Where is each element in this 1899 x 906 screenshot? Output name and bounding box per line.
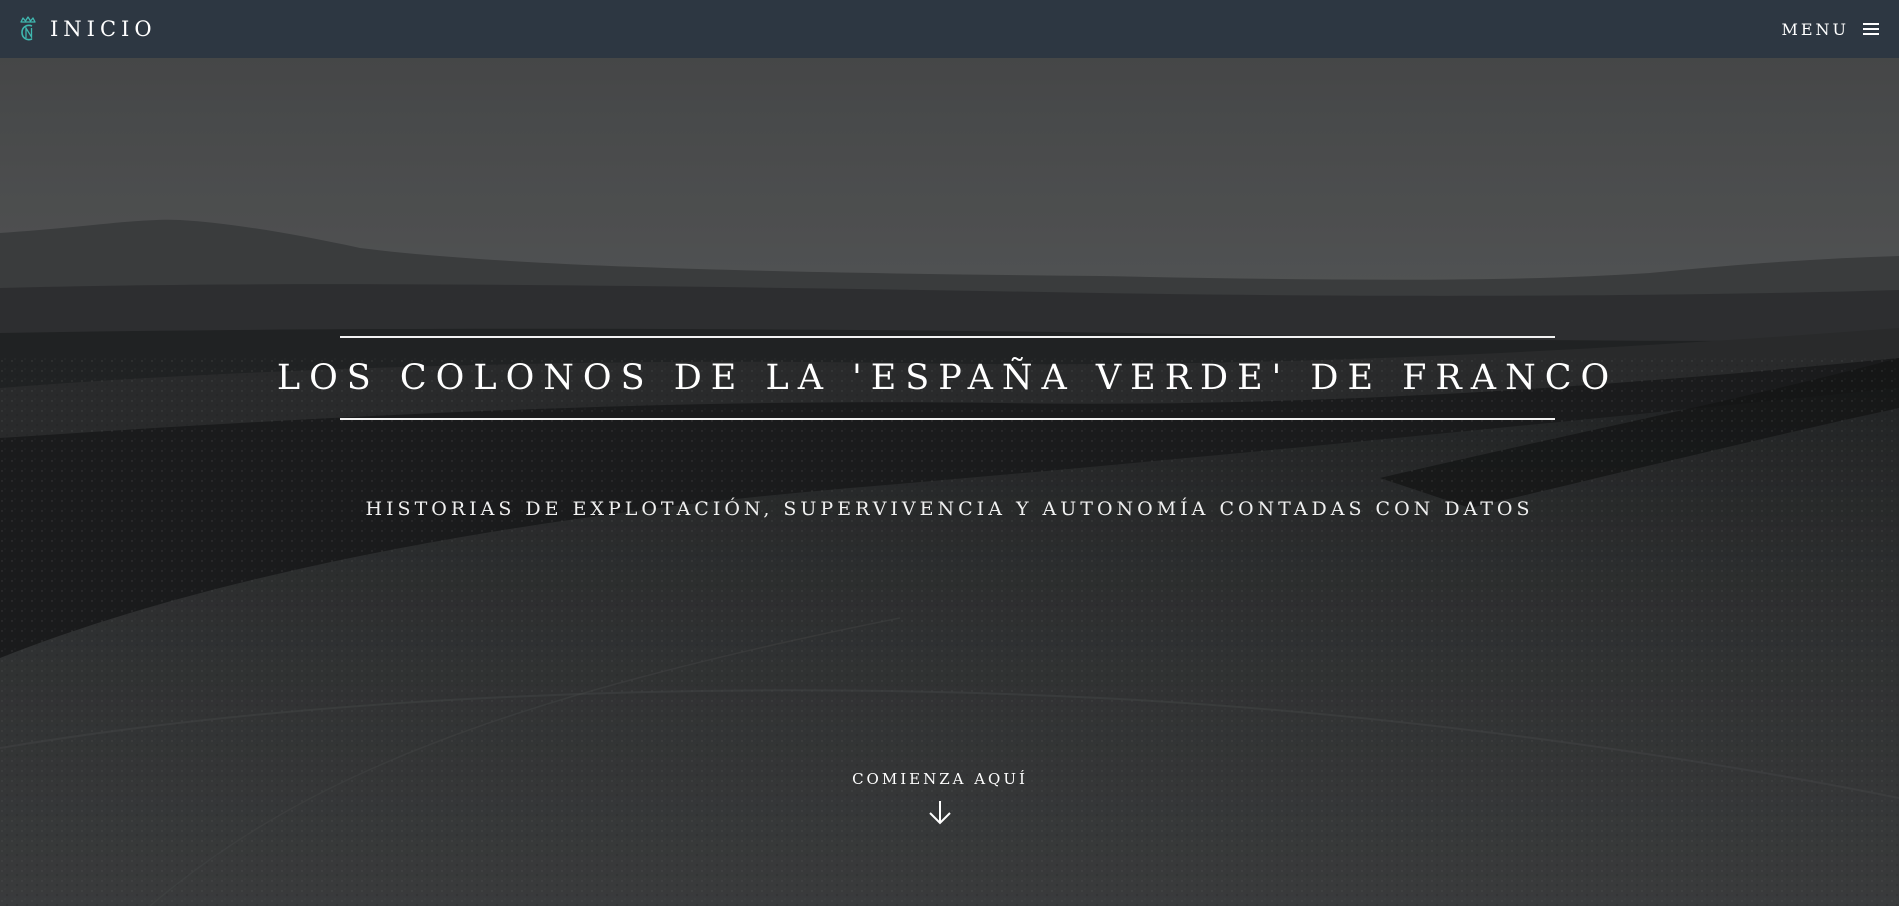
start-here-label: COMIENZA AQUÍ [852, 770, 1028, 788]
page-subtitle: HISTORIAS DE EXPLOTACIÓN, SUPERVIVENCIA … [365, 498, 1534, 520]
page-title: LOS COLONOS DE LA 'ESPAÑA VERDE' DE FRAN… [276, 358, 1619, 398]
hamburger-icon [1863, 23, 1879, 35]
title-frame: LOS COLONOS DE LA 'ESPAÑA VERDE' DE FRAN… [277, 336, 1609, 420]
menu-label: MENU [1781, 19, 1849, 39]
home-link-label: INICIO [50, 17, 157, 41]
home-link[interactable]: INICIO [18, 15, 157, 43]
arrow-down-icon[interactable] [926, 798, 954, 826]
menu-button[interactable]: MENU [1781, 20, 1879, 39]
hero-section: LOS COLONOS DE LA 'ESPAÑA VERDE' DE FRAN… [0, 58, 1899, 906]
top-navbar: INICIO MENU [0, 0, 1899, 58]
crown-monogram-logo [20, 16, 36, 41]
start-here-link[interactable]: COMIENZA AQUÍ [800, 770, 1080, 826]
